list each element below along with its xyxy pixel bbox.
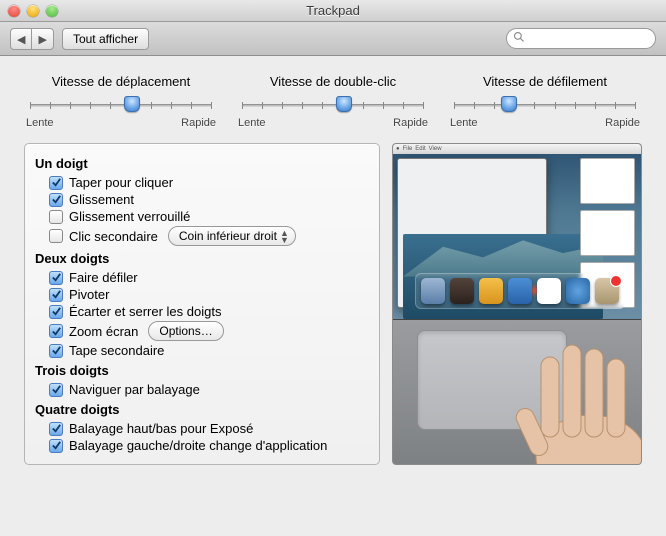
gesture-preview-video: ●FileEditView	[392, 143, 642, 465]
window-titlebar: Trackpad	[0, 0, 666, 22]
checkbox-icon[interactable]	[49, 383, 63, 397]
checkbox-icon[interactable]	[49, 288, 63, 302]
option-label: Naviguer par balayage	[69, 382, 200, 397]
option-label: Glissement	[69, 192, 134, 207]
screen-zoom-row[interactable]: Zoom écran Options…	[35, 320, 369, 342]
secondary-click-corner-dropdown[interactable]: Coin inférieur droit ▲▼	[168, 226, 296, 246]
nav-back-forward: ◀ ▶	[10, 28, 54, 50]
option-label: Glissement verrouillé	[69, 209, 190, 224]
sliders-row: Vitesse de déplacement Lente Rapide Vite…	[24, 74, 642, 129]
slider-thumb[interactable]	[124, 96, 140, 112]
gesture-options-panel: Un doigt Taper pour cliquer Glissement G…	[24, 143, 380, 465]
slider-title: Vitesse de double-clic	[236, 74, 430, 89]
slider-title: Vitesse de défilement	[448, 74, 642, 89]
slider-max-label: Rapide	[605, 117, 640, 129]
back-button[interactable]: ◀	[10, 28, 31, 50]
checkbox-icon[interactable]	[49, 344, 63, 358]
checkbox-icon[interactable]	[49, 271, 63, 285]
scrolling-speed-slider-block: Vitesse de défilement Lente Rapide	[448, 74, 642, 129]
one-finger-heading: Un doigt	[35, 156, 369, 171]
option-label: Faire défiler	[69, 270, 138, 285]
preview-trackpad-area	[393, 320, 641, 464]
secondary-click-row[interactable]: Clic secondaire Coin inférieur droit ▲▼	[35, 225, 369, 247]
checkbox-icon[interactable]	[49, 422, 63, 436]
four-fingers-heading: Quatre doigts	[35, 402, 369, 417]
option-label: Taper pour cliquer	[69, 175, 173, 190]
slider-thumb[interactable]	[336, 96, 352, 112]
checkbox-icon[interactable]	[49, 439, 63, 453]
slider-max-label: Rapide	[393, 117, 428, 129]
dragging-row[interactable]: Glissement	[35, 191, 369, 208]
screen-zoom-options-button[interactable]: Options…	[148, 321, 223, 341]
option-label: Tape secondaire	[69, 343, 164, 358]
slider-thumb[interactable]	[501, 96, 517, 112]
option-label: Pivoter	[69, 287, 109, 302]
preview-widget	[580, 158, 635, 204]
option-label: Clic secondaire	[69, 229, 158, 244]
slider-max-label: Rapide	[181, 117, 216, 129]
tracking-speed-slider-block: Vitesse de déplacement Lente Rapide	[24, 74, 218, 129]
drag-lock-row[interactable]: Glissement verrouillé	[35, 208, 369, 225]
button-label: Options…	[159, 324, 212, 338]
option-label: Balayage gauche/droite change d'applicat…	[69, 438, 327, 453]
three-fingers-heading: Trois doigts	[35, 363, 369, 378]
checkbox-icon[interactable]	[49, 176, 63, 190]
option-label: Zoom écran	[69, 324, 138, 339]
double-click-speed-slider-block: Vitesse de double-clic Lente Rapide	[236, 74, 430, 129]
show-all-button[interactable]: Tout afficher	[62, 28, 149, 50]
secondary-tap-row[interactable]: Tape secondaire	[35, 342, 369, 359]
tap-to-click-row[interactable]: Taper pour cliquer	[35, 174, 369, 191]
window-title: Trackpad	[0, 3, 666, 18]
pinch-row[interactable]: Écarter et serrer les doigts	[35, 303, 369, 320]
expose-swipe-row[interactable]: Balayage haut/bas pour Exposé	[35, 420, 369, 437]
slider-min-label: Lente	[450, 117, 478, 129]
two-fingers-heading: Deux doigts	[35, 251, 369, 266]
toolbar: ◀ ▶ Tout afficher	[0, 22, 666, 56]
tracking-speed-slider[interactable]	[30, 95, 212, 115]
preview-hand-icon	[471, 297, 642, 465]
search-input[interactable]	[529, 32, 639, 46]
rotate-row[interactable]: Pivoter	[35, 286, 369, 303]
scrolling-speed-slider[interactable]	[454, 95, 636, 115]
search-icon	[513, 31, 525, 46]
checkbox-icon[interactable]	[49, 193, 63, 207]
checkbox-icon[interactable]	[49, 229, 63, 243]
preview-screen: ●FileEditView	[393, 144, 641, 320]
checkbox-icon[interactable]	[49, 324, 63, 338]
checkbox-icon[interactable]	[49, 305, 63, 319]
slider-min-label: Lente	[238, 117, 266, 129]
double-click-speed-slider[interactable]	[242, 95, 424, 115]
chevron-left-icon: ◀	[17, 34, 25, 46]
dropdown-value: Coin inférieur droit	[179, 229, 277, 243]
slider-min-label: Lente	[26, 117, 54, 129]
slider-title: Vitesse de déplacement	[24, 74, 218, 89]
scroll-row[interactable]: Faire défiler	[35, 269, 369, 286]
option-label: Balayage haut/bas pour Exposé	[69, 421, 253, 436]
checkbox-icon[interactable]	[49, 210, 63, 224]
search-field[interactable]	[506, 28, 656, 49]
preview-widget	[580, 210, 635, 256]
option-label: Écarter et serrer les doigts	[69, 304, 221, 319]
chevron-right-icon: ▶	[38, 34, 46, 46]
swipe-navigate-row[interactable]: Naviguer par balayage	[35, 381, 369, 398]
forward-button[interactable]: ▶	[31, 28, 53, 50]
app-switch-swipe-row[interactable]: Balayage gauche/droite change d'applicat…	[35, 437, 369, 454]
updown-chevron-icon: ▲▼	[280, 230, 289, 244]
